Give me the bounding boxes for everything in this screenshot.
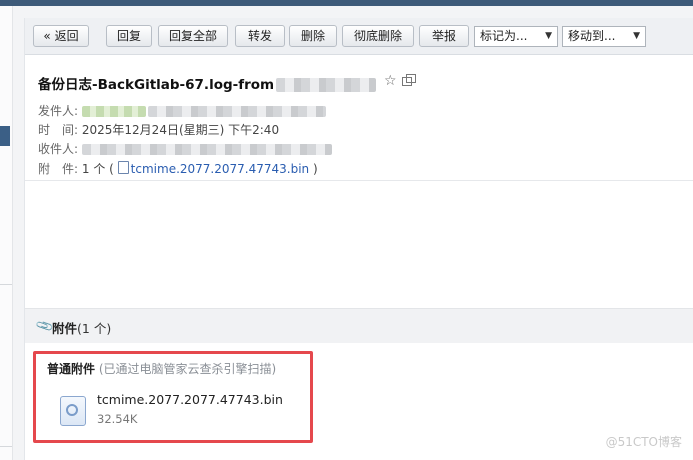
attachment-file-icon[interactable] (60, 396, 86, 426)
mail-toolbar: « 返回 回复 回复全部 转发 删除 彻底删除 举报 标记为... ▼ 移动到.… (25, 18, 693, 55)
attachment-file-size: 32.54K (97, 412, 138, 426)
mark-as-select[interactable]: 标记为... ▼ (474, 26, 558, 47)
sidebar-divider (0, 446, 12, 447)
attachment-link[interactable]: tcmime.2077.2077.47743.bin (131, 162, 309, 176)
attachment-count: 1 个 (81, 162, 106, 176)
recipient-label: 收件人: (38, 142, 79, 156)
attachment-label: 附 件: (38, 162, 79, 176)
subject-text: 备份日志-BackGitlab-67.log-from (38, 77, 275, 93)
attachments-count: (1 个) (77, 321, 112, 336)
attachments-title: 附件(1 个) (52, 321, 112, 336)
redacted-sender-name (81, 106, 146, 117)
watermark: @51CTO博客 (605, 435, 682, 449)
header-divider (25, 180, 693, 181)
report-button[interactable]: 举报 (419, 25, 469, 47)
attachment-file-name[interactable]: tcmime.2077.2077.47743.bin (97, 392, 283, 407)
time-label: 时 间: (38, 123, 79, 137)
reply-all-button[interactable]: 回复全部 (158, 25, 228, 47)
recipient-row: 收件人: (38, 140, 332, 157)
redacted-sender-address (147, 106, 326, 117)
chevron-down-icon: ▼ (633, 31, 640, 41)
mark-as-label: 标记为... (480, 29, 528, 43)
delete-button[interactable]: 删除 (289, 25, 337, 47)
scan-note: (已通过电脑管家云查杀引擎扫描) (98, 362, 277, 376)
email-subject: 备份日志-BackGitlab-67.log-from (38, 73, 377, 93)
redacted-recipient (81, 144, 332, 155)
reply-button[interactable]: 回复 (106, 25, 152, 47)
time-value: 2025年12月24日(星期三) 下午2:40 (81, 123, 280, 137)
top-bar (0, 0, 693, 6)
sidebar-divider (0, 284, 12, 285)
sender-label: 发件人: (38, 104, 79, 118)
attachment-row: 附 件: 1 个 ( tcmime.2077.2077.47743.bin ) (38, 161, 318, 176)
move-to-select[interactable]: 移动到... ▼ (562, 26, 646, 47)
forward-button[interactable]: 转发 (235, 25, 285, 47)
chevron-down-icon: ▼ (545, 31, 552, 41)
mail-read-panel: « 返回 回复 回复全部 转发 删除 彻底删除 举报 标记为... ▼ 移动到.… (24, 18, 693, 460)
normal-attachment-title: 普通附件 (47, 362, 96, 376)
file-icon (117, 161, 129, 174)
redacted-block (276, 78, 377, 92)
left-sidebar-edge (0, 6, 13, 460)
back-button[interactable]: « 返回 (33, 25, 89, 47)
popout-icon[interactable] (402, 74, 416, 86)
star-icon[interactable]: ☆ (384, 73, 397, 89)
attachments-header: 📎 附件(1 个) (25, 308, 693, 343)
delete-permanently-button[interactable]: 彻底删除 (342, 25, 414, 47)
sender-row: 发件人: (38, 102, 326, 119)
normal-attachment-label: 普通附件 (已通过电脑管家云查杀引擎扫描) (47, 360, 276, 377)
sidebar-active-marker (0, 126, 10, 146)
time-row: 时 间: 2025年12月24日(星期三) 下午2:40 (38, 121, 279, 138)
move-to-label: 移动到... (568, 29, 616, 43)
